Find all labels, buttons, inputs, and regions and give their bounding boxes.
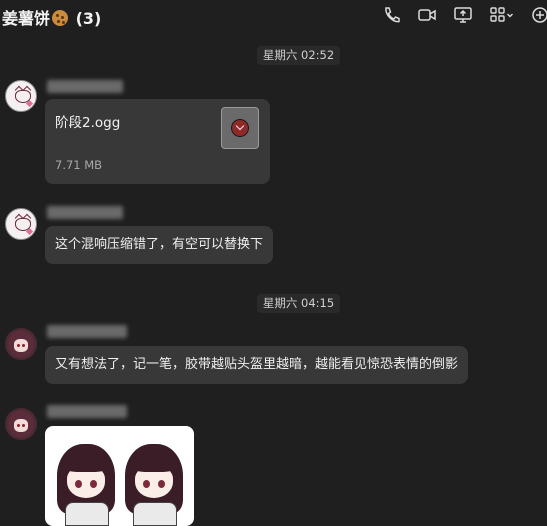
sender-name-redacted bbox=[47, 206, 123, 219]
screen-share-icon[interactable] bbox=[453, 6, 473, 24]
message-bubble[interactable]: 这个混响压缩错了，有空可以替换下 bbox=[45, 226, 274, 264]
avatar[interactable] bbox=[5, 208, 37, 240]
cookie-icon bbox=[52, 10, 69, 26]
sender-name-redacted bbox=[47, 80, 123, 93]
chat-header: 姜薯饼 (3) bbox=[0, 0, 547, 32]
audio-file-icon[interactable] bbox=[221, 107, 259, 149]
add-people-icon[interactable] bbox=[531, 6, 547, 24]
sticker-character bbox=[125, 444, 183, 526]
chat-title[interactable]: 姜薯饼 (3) bbox=[2, 5, 101, 29]
sender-name-redacted bbox=[47, 325, 127, 338]
image-message[interactable] bbox=[45, 426, 194, 526]
file-name: 阶段2.ogg bbox=[55, 115, 121, 131]
contact-name: 姜薯饼 bbox=[2, 9, 51, 28]
unread-count: (3) bbox=[75, 9, 102, 28]
avatar[interactable] bbox=[5, 408, 37, 440]
file-message[interactable]: 阶段2.ogg 7.71 MB bbox=[45, 99, 270, 184]
apps-icon[interactable] bbox=[489, 6, 515, 24]
avatar[interactable] bbox=[5, 80, 37, 112]
avatar[interactable] bbox=[5, 328, 37, 360]
phone-icon[interactable] bbox=[382, 6, 402, 24]
date-separator: 星期六 04:15 bbox=[257, 294, 340, 313]
video-call-icon[interactable] bbox=[417, 6, 437, 24]
date-separator: 星期六 02:52 bbox=[257, 46, 340, 65]
sticker-character bbox=[57, 444, 115, 526]
message-bubble[interactable]: 又有想法了，记一笔，胶带越贴头盔里越暗，越能看见惊恐表情的倒影 bbox=[45, 346, 469, 384]
download-icon[interactable] bbox=[231, 119, 249, 137]
sender-name-redacted bbox=[47, 405, 127, 418]
file-size: 7.71 MB bbox=[55, 158, 103, 172]
